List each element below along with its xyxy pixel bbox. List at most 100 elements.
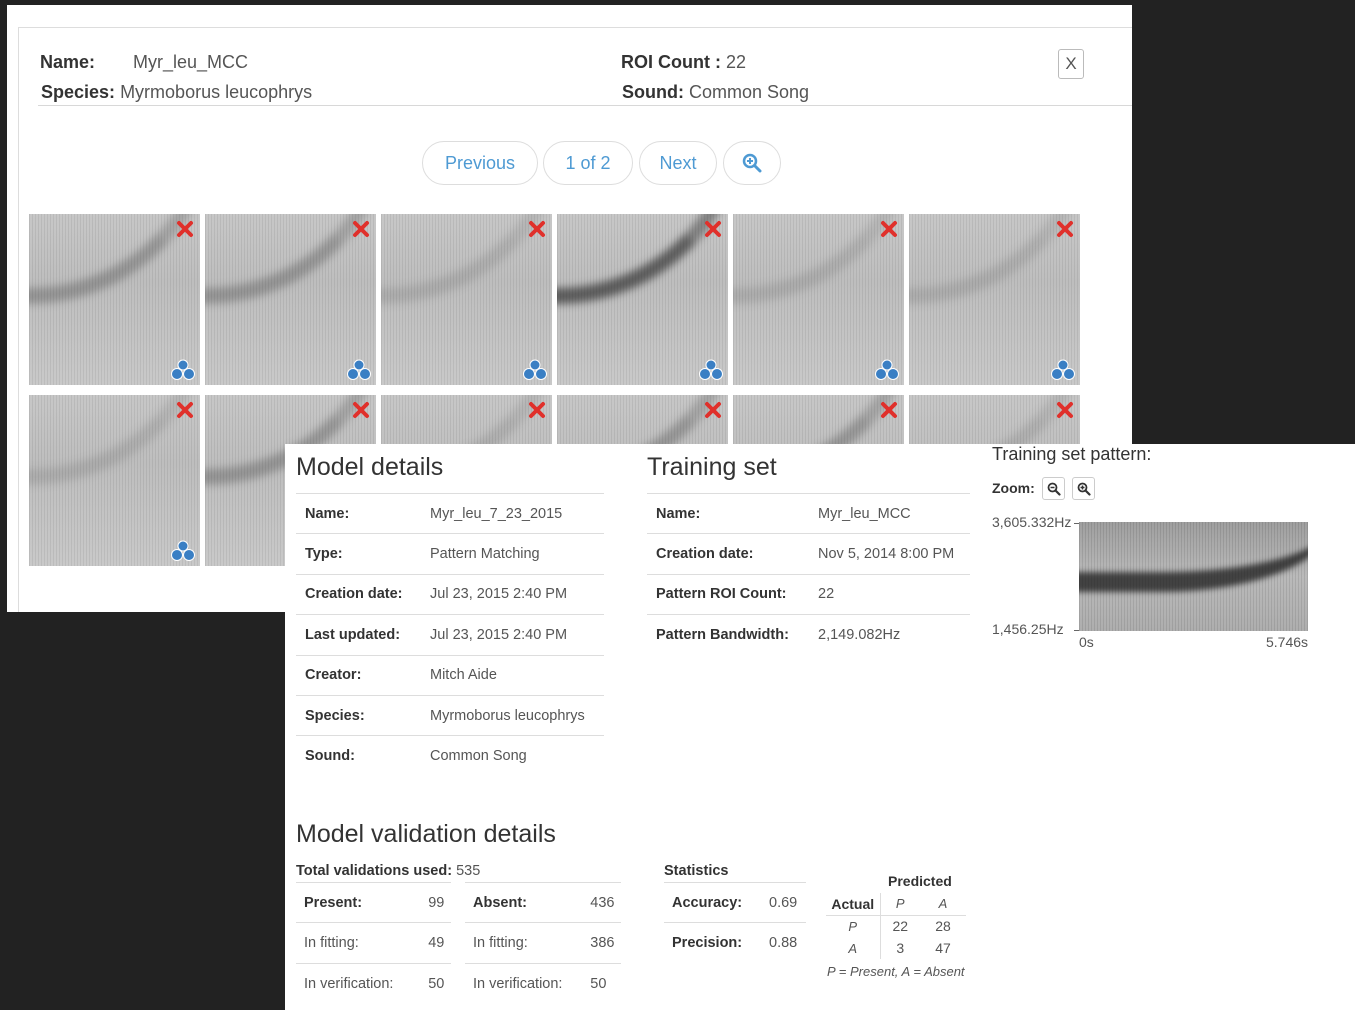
table-row: Actual P A	[826, 893, 966, 915]
remove-icon[interactable]	[1056, 220, 1074, 238]
zoom-in-button[interactable]	[1072, 477, 1095, 500]
zoom-label-text: Zoom:	[992, 480, 1035, 496]
next-button[interactable]: Next	[639, 141, 717, 185]
table-row: Name: Myr_leu_7_23_2015	[296, 492, 604, 534]
spectrogram-arc	[557, 214, 728, 304]
table-row: A 3 47	[826, 937, 966, 959]
remove-icon[interactable]	[880, 401, 898, 419]
table-row: Present: 99	[296, 881, 451, 923]
table-row: In verification: 50	[296, 962, 451, 1004]
roi-count: ROI Count : 22	[621, 52, 746, 73]
remove-icon[interactable]	[1056, 401, 1074, 419]
zoom-button[interactable]	[723, 141, 781, 185]
cluster-icon[interactable]	[346, 359, 372, 381]
roi-thumbnail[interactable]	[909, 214, 1080, 385]
roi-species-value: Myrmoborus leucophrys	[120, 82, 313, 102]
roi-thumbnail[interactable]	[29, 214, 200, 385]
roi-name-label: Name:	[40, 52, 96, 72]
row-key: Type:	[296, 533, 421, 575]
training-pattern-title: Training set pattern:	[992, 444, 1152, 464]
row-key: Creation date:	[647, 533, 809, 575]
page-indicator-button[interactable]: 1 of 2	[543, 141, 633, 185]
row-value: 49	[420, 922, 451, 964]
training-set-title: Training set	[647, 453, 777, 481]
row-value: Myrmoborus leucophrys	[421, 694, 604, 736]
spectrogram-band	[1079, 522, 1308, 592]
table-row: Creator: Mitch Aide	[296, 654, 604, 696]
remove-icon[interactable]	[176, 401, 194, 419]
remove-icon[interactable]	[176, 220, 194, 238]
table-row: Pattern Bandwidth: 2,149.082Hz	[647, 614, 970, 656]
statistics-label: Statistics	[664, 863, 729, 879]
table-row: Last updated: Jul 23, 2015 2:40 PM	[296, 614, 604, 656]
spectrogram-arc	[29, 214, 200, 304]
roi-count-value: 22	[726, 52, 747, 72]
confusion-legend: P = Present, A = Absent	[827, 964, 965, 979]
roi-sound-label: Sound:	[622, 82, 684, 102]
roi-thumbnail[interactable]	[381, 214, 552, 385]
roi-thumbnail[interactable]	[205, 214, 376, 385]
statistics-table: Accuracy: 0.69 Precision: 0.88	[664, 881, 806, 964]
remove-icon[interactable]	[352, 220, 370, 238]
training-set-table: Name: Myr_leu_MCC Creation date: Nov 5, 20…	[647, 492, 970, 656]
table-row: In verification: 50	[465, 962, 621, 1004]
confusion-table: Actual P A P 22 28 A 3 47	[826, 893, 966, 959]
spectrogram-arc	[733, 214, 904, 304]
row-key: Absent:	[465, 881, 583, 923]
time-max-label: 5.746s	[1266, 634, 1309, 650]
predicted-a-header: A	[938, 896, 948, 912]
table-row: Accuracy: 0.69	[664, 881, 806, 923]
frequency-max-label: 3,605.332Hz	[992, 514, 1072, 530]
remove-icon[interactable]	[704, 401, 722, 419]
row-value: Jul 23, 2015 2:40 PM	[421, 573, 604, 615]
remove-icon[interactable]	[352, 401, 370, 419]
close-button[interactable]: X	[1058, 49, 1084, 79]
model-details-panel: Model details Name: Myr_leu_7_23_2015 Typ…	[285, 444, 1355, 1010]
absent-table: Absent: 436 In fitting: 386 In verificatio…	[465, 881, 621, 1004]
row-value: 0.69	[761, 881, 806, 923]
cluster-icon[interactable]	[1050, 359, 1076, 381]
cluster-icon[interactable]	[170, 359, 196, 381]
row-key: In verification:	[465, 962, 583, 1004]
cluster-icon[interactable]	[522, 359, 548, 381]
row-key: Accuracy:	[664, 881, 761, 923]
total-validations: Total validations used: 535	[296, 863, 480, 879]
row-key: Last updated:	[296, 614, 421, 656]
actual-a-header: A	[848, 940, 858, 956]
row-value: 0.88	[761, 922, 806, 964]
roi-thumbnail[interactable]	[29, 395, 200, 566]
cluster-icon[interactable]	[170, 540, 196, 562]
row-key: Name:	[296, 492, 421, 534]
model-details-title: Model details	[296, 453, 444, 481]
predicted-label: Predicted	[888, 873, 952, 889]
row-key: Creator:	[296, 654, 421, 696]
zoom-out-icon	[1047, 482, 1061, 496]
predicted-p-header: P	[879, 893, 920, 915]
cluster-icon[interactable]	[874, 359, 900, 381]
frequency-min-label: 1,456.25Hz	[992, 621, 1064, 637]
roi-thumbnail[interactable]	[557, 214, 728, 385]
table-row: In fitting: 386	[465, 922, 621, 964]
row-key: Sound:	[296, 735, 421, 777]
row-value: Nov 5, 2014 8:00 PM	[809, 533, 970, 575]
roi-species: Species: Myrmoborus leucophrys	[41, 82, 312, 103]
cluster-icon[interactable]	[698, 359, 724, 381]
validation-title: Model validation details	[296, 820, 556, 848]
spectrogram-arc	[909, 214, 1080, 304]
row-key: In verification:	[296, 962, 421, 1004]
cell-pa: 28	[920, 914, 966, 937]
zoom-out-button[interactable]	[1042, 477, 1065, 500]
row-key: In fitting:	[465, 922, 583, 964]
row-key: Present:	[296, 881, 421, 923]
remove-icon[interactable]	[528, 401, 546, 419]
remove-icon[interactable]	[880, 220, 898, 238]
roi-thumbnail[interactable]	[733, 214, 904, 385]
previous-button[interactable]: Previous	[422, 141, 538, 185]
spectrogram-arc	[205, 214, 376, 304]
remove-icon[interactable]	[704, 220, 722, 238]
table-row: Pattern ROI Count: 22	[647, 573, 970, 615]
table-row: Name: Myr_leu_MCC	[647, 492, 970, 534]
row-value: 99	[420, 881, 451, 923]
table-row: In fitting: 49	[296, 922, 451, 964]
remove-icon[interactable]	[528, 220, 546, 238]
